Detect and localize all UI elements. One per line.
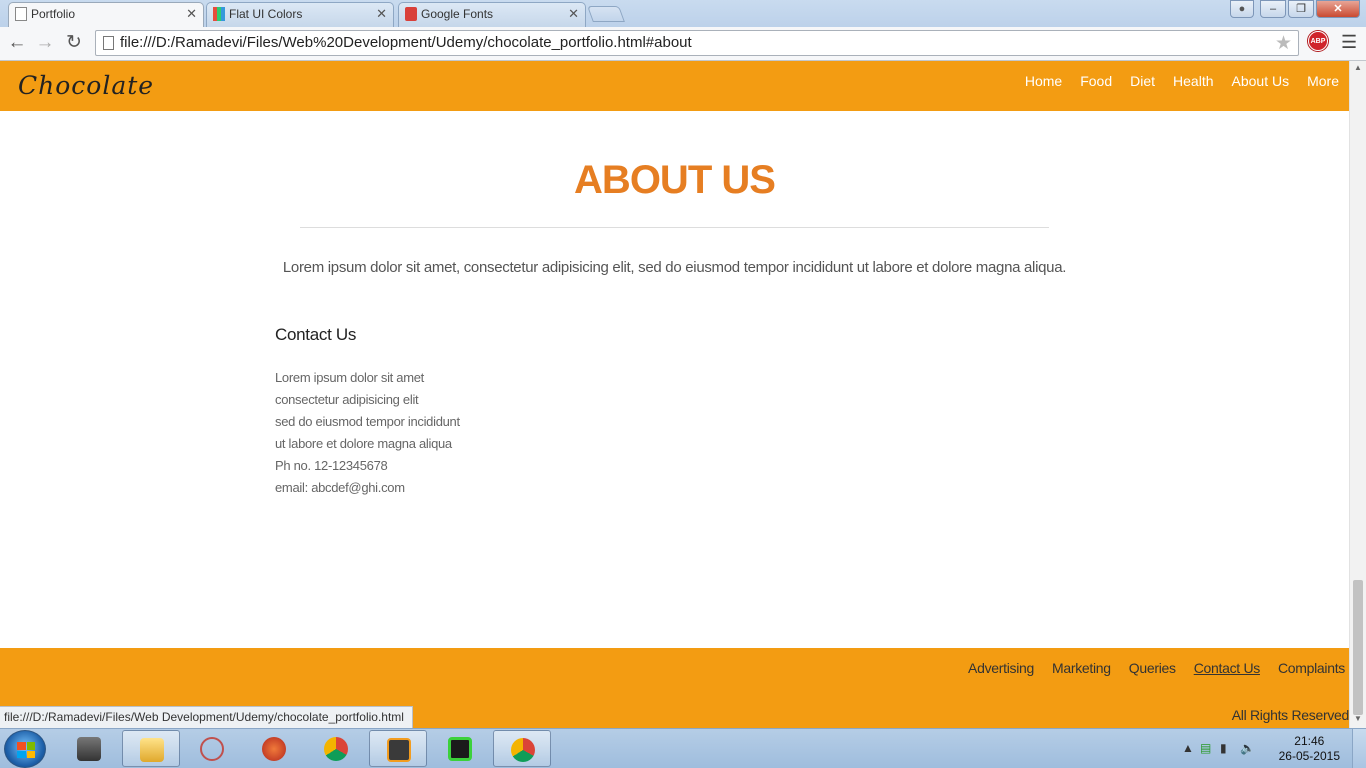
taskbar-explorer[interactable] <box>122 730 180 767</box>
taskbar-ccleaner[interactable] <box>245 730 303 767</box>
taskbar-chrome[interactable] <box>307 730 365 767</box>
chrome-icon <box>324 737 348 761</box>
footer-complaints[interactable]: Complaints <box>1278 660 1345 676</box>
taskbar-sublime[interactable] <box>369 730 427 767</box>
restore-button[interactable]: ❐ <box>1288 0 1314 18</box>
scroll-up-arrow-icon[interactable]: ▲ <box>1352 63 1364 75</box>
tab-title: Portfolio <box>31 7 76 21</box>
nav-about-us[interactable]: About Us <box>1232 73 1290 89</box>
url-text[interactable]: file:///D:/Ramadevi/Files/Web%20Developm… <box>120 34 692 51</box>
window-close-button[interactable]: ✕ <box>1316 0 1360 18</box>
network-icon[interactable]: ▤ <box>1200 741 1211 755</box>
taskbar-computer[interactable] <box>60 730 118 767</box>
clock[interactable]: 21:46 26-05-2015 <box>1279 734 1340 764</box>
site-logo[interactable]: Chocolate <box>18 71 154 100</box>
tab-title: Flat UI Colors <box>229 7 303 21</box>
contact-line: ut labore et dolore magna aliqua <box>275 436 452 451</box>
contact-line: consectetur adipisicing elit <box>275 392 419 407</box>
copyright-text: All Rights Reserved <box>1231 707 1349 723</box>
address-bar[interactable]: file:///D:/Ramadevi/Files/Web%20Developm… <box>95 30 1299 56</box>
divider <box>300 227 1049 228</box>
browser-toolbar: ← → ↻ file:///D:/Ramadevi/Files/Web%20De… <box>0 27 1366 61</box>
clock-time: 21:46 <box>1294 734 1325 748</box>
adblock-icon[interactable]: ABP <box>1308 31 1328 51</box>
taskbar-app[interactable] <box>183 730 241 767</box>
star-shape-icon <box>200 737 224 761</box>
vertical-scrollbar[interactable]: ▲ ▼ <box>1349 61 1366 728</box>
power-icon[interactable]: ▮ <box>1220 741 1227 755</box>
user-profile-icon[interactable]: ● <box>1230 0 1254 18</box>
footer-queries[interactable]: Queries <box>1129 660 1176 676</box>
clock-date: 26-05-2015 <box>1278 749 1340 763</box>
scrollbar-thumb[interactable] <box>1353 580 1363 715</box>
tab-portfolio[interactable]: Portfolio ✕ <box>8 2 204 27</box>
contact-heading: Contact Us <box>275 325 357 344</box>
taskbar-emu8086[interactable] <box>431 730 489 767</box>
nav-food[interactable]: Food <box>1080 73 1112 89</box>
volume-icon[interactable]: 🔈 <box>1240 741 1255 755</box>
flat-ui-colors-icon <box>213 7 225 21</box>
nav-more[interactable]: More <box>1307 73 1339 89</box>
close-icon[interactable]: ✕ <box>568 3 579 25</box>
show-hidden-icons[interactable]: ▲ <box>1182 741 1194 755</box>
page-icon <box>103 36 114 50</box>
new-tab-button[interactable] <box>587 6 625 22</box>
nav-links: Home Food Diet Health About Us More <box>1007 73 1339 89</box>
nav-diet[interactable]: Diet <box>1130 73 1155 89</box>
contact-details: Lorem ipsum dolor sit amet consectetur a… <box>275 367 460 499</box>
footer-marketing[interactable]: Marketing <box>1052 660 1111 676</box>
computer-icon <box>77 737 101 761</box>
page-icon <box>15 7 27 21</box>
contact-phone: Ph no. 12-12345678 <box>275 458 388 473</box>
contact-email: email: abcdef@ghi.com <box>275 480 405 495</box>
windows-taskbar: ▲ ▤ ▮ 🔈 21:46 26-05-2015 <box>0 728 1366 768</box>
back-arrow-icon[interactable]: ← <box>5 32 29 56</box>
footer-advertising[interactable]: Advertising <box>968 660 1034 676</box>
site-navbar: Chocolate Home Food Diet Health About Us… <box>0 61 1349 111</box>
close-icon[interactable]: ✕ <box>186 3 197 25</box>
contact-line: sed do eiusmod tempor incididunt <box>275 414 460 429</box>
tab-flat-ui-colors[interactable]: Flat UI Colors ✕ <box>206 2 394 27</box>
tab-strip: Portfolio ✕ Flat UI Colors ✕ Google Font… <box>0 0 1366 27</box>
page-viewport: Chocolate Home Food Diet Health About Us… <box>0 61 1349 728</box>
contact-line: Lorem ipsum dolor sit amet <box>275 370 424 385</box>
footer-contact-us[interactable]: Contact Us <box>1194 660 1261 676</box>
folder-icon <box>140 738 164 762</box>
minimize-button[interactable]: – <box>1260 0 1286 18</box>
about-lead: Lorem ipsum dolor sit amet, consectetur … <box>282 259 1067 276</box>
show-desktop-button[interactable] <box>1352 729 1366 768</box>
sublime-text-icon <box>387 738 411 762</box>
close-icon[interactable]: ✕ <box>376 3 387 25</box>
scroll-down-arrow-icon[interactable]: ▼ <box>1352 714 1364 726</box>
tab-title: Google Fonts <box>421 7 494 21</box>
footer-links: Advertising Marketing Queries Contact Us… <box>950 660 1345 676</box>
windows-logo-icon <box>17 742 35 758</box>
ccleaner-icon <box>262 737 286 761</box>
reload-icon[interactable]: ↻ <box>62 32 86 56</box>
start-button[interactable] <box>4 730 46 768</box>
chrome-icon <box>511 738 535 762</box>
system-tray: ▲ ▤ ▮ 🔈 21:46 26-05-2015 <box>1176 729 1366 768</box>
forward-arrow-icon[interactable]: → <box>33 32 57 56</box>
taskbar-chrome-active[interactable] <box>493 730 551 767</box>
google-fonts-icon <box>405 7 417 21</box>
tab-google-fonts[interactable]: Google Fonts ✕ <box>398 2 586 27</box>
nav-home[interactable]: Home <box>1025 73 1062 89</box>
about-title: ABOUT US <box>574 158 776 202</box>
chrome-menu-icon[interactable]: ☰ <box>1341 32 1357 53</box>
bookmark-star-icon[interactable]: ★ <box>1275 32 1292 55</box>
status-bubble: file:///D:/Ramadevi/Files/Web Developmen… <box>0 706 413 728</box>
nav-health[interactable]: Health <box>1173 73 1213 89</box>
chip-icon <box>448 737 472 761</box>
